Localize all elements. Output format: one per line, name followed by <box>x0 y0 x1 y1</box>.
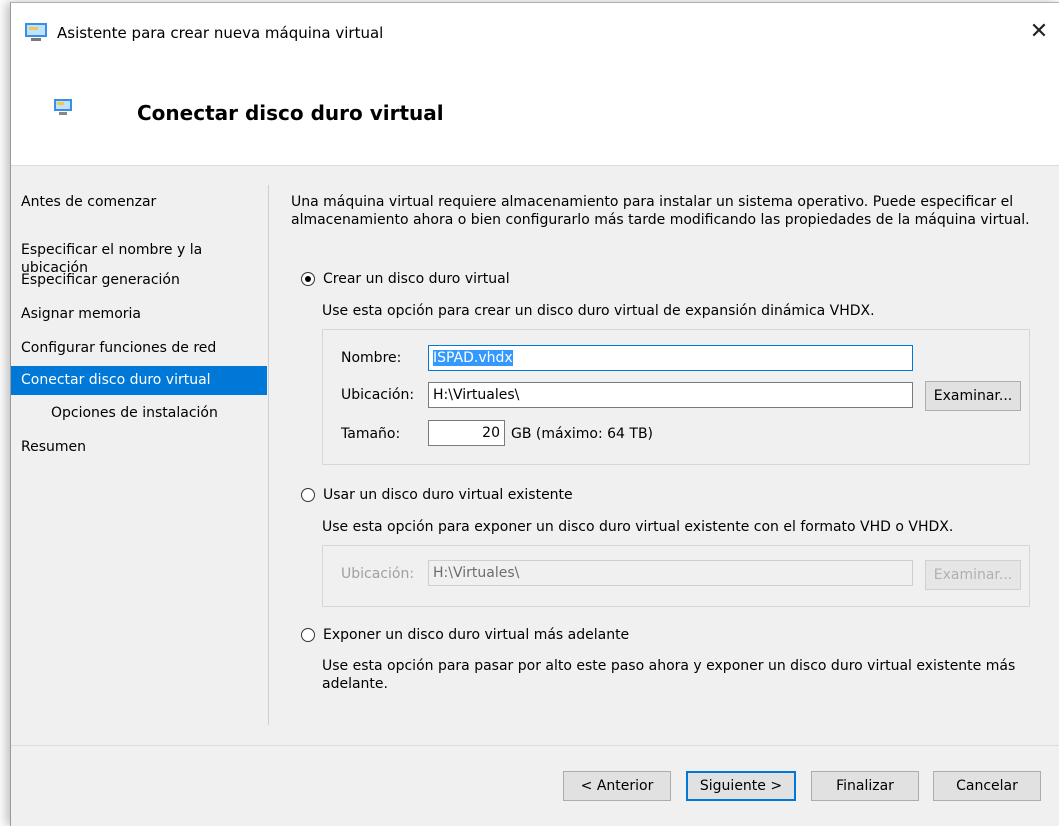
existing-disk-group: Ubicación: H:\Virtuales\ Examinar... <box>322 545 1030 607</box>
nav-item-red[interactable]: Configurar funciones de red <box>11 339 267 357</box>
page-header: Conectar disco duro virtual <box>11 61 1059 166</box>
nav-item-nombre-ubicacion[interactable]: Especificar el nombre y la ubicación <box>11 223 267 277</box>
existing-disk-description: Use esta opción para exponer un disco du… <box>322 519 954 535</box>
size-field[interactable]: 20 <box>428 420 505 446</box>
wizard-window: Asistente para crear nueva máquina virtu… <box>10 2 1059 826</box>
later-disk-description: Use esta opción para pasar por alto este… <box>322 658 1016 692</box>
footer-divider <box>11 745 1059 746</box>
size-label: Tamaño: <box>341 426 401 442</box>
title-bar: Asistente para crear nueva máquina virtu… <box>11 3 1059 61</box>
radio-indicator <box>301 272 315 286</box>
location-value: H:\Virtuales\ <box>433 387 520 403</box>
location-label: Ubicación: <box>341 387 415 403</box>
existing-browse-button[interactable]: Examinar... <box>925 560 1021 590</box>
name-label: Nombre: <box>341 350 402 366</box>
size-value: 20 <box>482 425 500 441</box>
location-field[interactable]: H:\Virtuales\ <box>428 382 913 408</box>
create-disk-description: Use esta opción para crear un disco duro… <box>322 303 875 319</box>
create-disk-group: Nombre: ISPAD.vhdx Ubicación: H:\Virtual… <box>322 329 1030 465</box>
name-value: ISPAD.vhdx <box>433 350 513 366</box>
nav-item-resumen[interactable]: Resumen <box>11 438 267 456</box>
nav-divider <box>268 185 269 725</box>
browse-button[interactable]: Examinar... <box>925 381 1021 411</box>
cancel-button[interactable]: Cancelar <box>933 771 1041 801</box>
previous-button[interactable]: < Anterior <box>563 771 671 801</box>
radio-existing-disk[interactable]: Usar un disco duro virtual existente <box>301 487 573 503</box>
radio-create-disk[interactable]: Crear un disco duro virtual <box>301 271 510 287</box>
nav-item-disco-duro[interactable]: Conectar disco duro virtual <box>11 366 267 395</box>
size-unit-label: GB (máximo: 64 TB) <box>511 426 654 442</box>
radio-indicator <box>301 628 315 642</box>
close-icon: ✕ <box>1029 19 1049 44</box>
existing-location-value: H:\Virtuales\ <box>433 565 520 581</box>
intro-text: Una máquina virtual requiere almacenamie… <box>291 194 1030 228</box>
nav-item-antes-de-comenzar[interactable]: Antes de comenzar <box>11 193 267 211</box>
close-button[interactable]: ✕ <box>1024 17 1054 47</box>
existing-location-label: Ubicación: <box>341 566 415 582</box>
hyper-v-icon <box>25 23 47 41</box>
radio-later-disk[interactable]: Exponer un disco duro virtual más adelan… <box>301 627 629 643</box>
virtual-disk-icon <box>54 99 72 115</box>
nav-item-memoria[interactable]: Asignar memoria <box>11 305 267 323</box>
nav-item-opciones-instalacion[interactable]: Opciones de instalación <box>11 404 267 422</box>
existing-location-field[interactable]: H:\Virtuales\ <box>428 560 913 586</box>
name-field[interactable]: ISPAD.vhdx <box>428 345 913 371</box>
finish-button[interactable]: Finalizar <box>811 771 919 801</box>
window-title: Asistente para crear nueva máquina virtu… <box>57 24 384 42</box>
nav-item-generacion[interactable]: Especificar generación <box>11 271 267 289</box>
next-button[interactable]: Siguiente > <box>686 771 796 801</box>
radio-indicator <box>301 488 315 502</box>
page-title: Conectar disco duro virtual <box>137 101 444 125</box>
